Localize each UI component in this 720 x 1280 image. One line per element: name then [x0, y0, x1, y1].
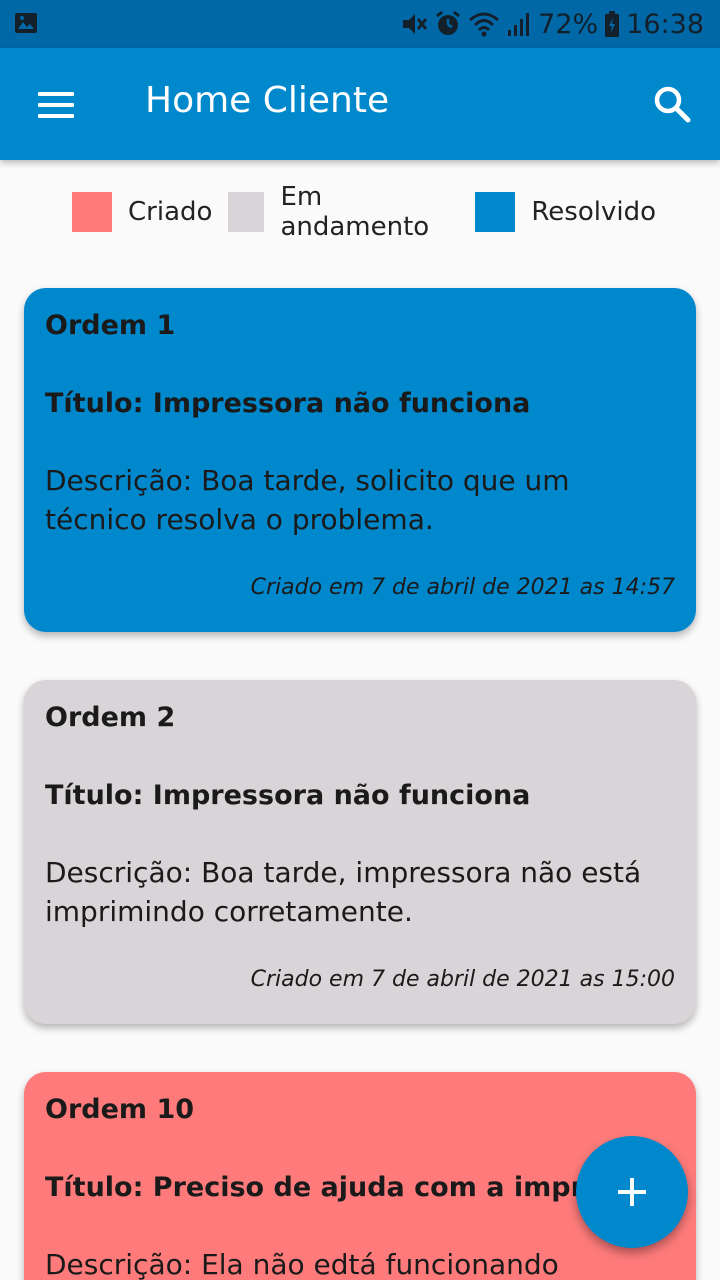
app-bar: Home Cliente — [0, 48, 720, 160]
legend-item-em-andamento: Em andamento — [228, 182, 459, 242]
legend-label: Resolvido — [531, 197, 656, 227]
order-card[interactable]: Ordem 2 Título: Impressora não funciona … — [24, 680, 696, 1024]
plus-icon — [618, 1178, 646, 1206]
legend-swatch — [475, 192, 516, 232]
legend-item-criado: Criado — [72, 192, 212, 232]
order-description: Descrição: Boa tarde, impressora não est… — [45, 856, 642, 928]
search-icon[interactable] — [652, 84, 692, 124]
legend-label: Criado — [128, 197, 213, 227]
order-description: Descrição: Ela não edtá funcionando — [45, 1248, 559, 1280]
legend-swatch — [72, 192, 112, 232]
signal-icon — [508, 13, 530, 36]
alarm-icon — [436, 10, 461, 35]
legend-item-resolvido: Resolvido — [475, 192, 656, 232]
order-created-date: Criado em 7 de abril de 2021 as 15:00 — [250, 967, 675, 992]
status-bar: 72% 16:38 — [0, 0, 720, 48]
mute-icon — [403, 14, 428, 34]
order-number: Ordem 2 — [45, 702, 176, 733]
order-card[interactable]: Ordem 1 Título: Impressora não funciona … — [24, 288, 696, 632]
order-title: Título: Impressora não funciona — [45, 780, 531, 811]
status-legend: Criado Em andamento Resolvido — [72, 182, 672, 242]
legend-swatch — [228, 192, 265, 232]
add-order-button[interactable] — [576, 1136, 688, 1248]
order-number: Ordem 1 — [45, 310, 176, 341]
order-description: Descrição: Boa tarde, solicito que um té… — [45, 464, 570, 536]
menu-icon[interactable] — [38, 92, 74, 118]
order-title: Título: Impressora não funciona — [45, 388, 531, 419]
page-title: Home Cliente — [145, 80, 390, 121]
order-created-date: Criado em 7 de abril de 2021 as 14:57 — [250, 575, 675, 600]
legend-label: Em andamento — [280, 182, 430, 242]
status-icons: 72% 16:38 — [400, 0, 704, 48]
battery-percent: 72% — [538, 8, 599, 40]
order-number: Ordem 10 — [45, 1094, 195, 1125]
clock: 16:38 — [626, 8, 704, 40]
gallery-notification-icon — [15, 13, 37, 33]
wifi-icon — [469, 12, 500, 37]
battery-icon — [605, 11, 620, 37]
